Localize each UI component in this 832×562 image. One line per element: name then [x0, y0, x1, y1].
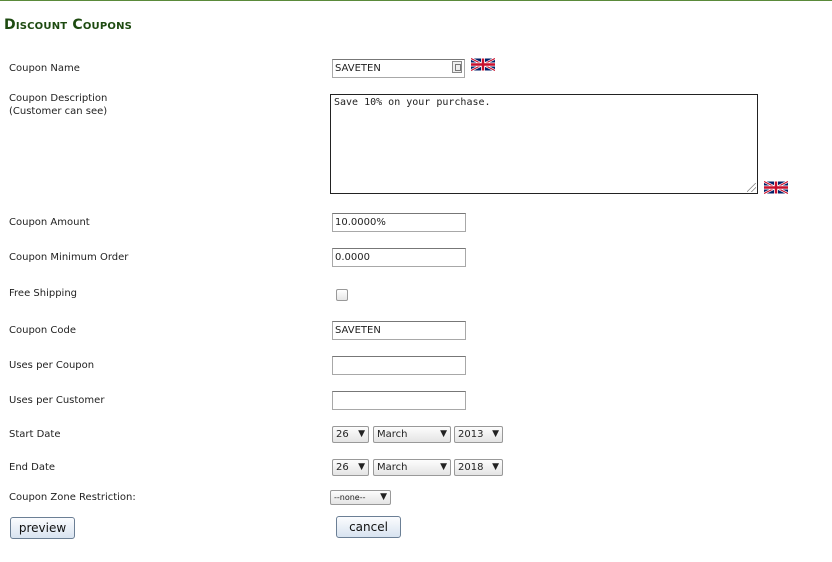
chevron-down-icon: ▼: [358, 429, 365, 439]
coupon-description-label-line2: (Customer can see): [9, 106, 108, 117]
end-day-value: 26: [336, 462, 349, 473]
end-month-select[interactable]: March ▼: [373, 459, 451, 476]
coupon-name-input[interactable]: SAVETEN: [332, 59, 465, 78]
start-day-value: 26: [336, 429, 349, 440]
coupon-amount-input[interactable]: 10.0000%: [332, 213, 466, 232]
start-date-label: Start Date: [9, 429, 61, 440]
coupon-code-label: Coupon Code: [9, 325, 77, 336]
uses-per-customer-input[interactable]: [332, 391, 466, 410]
end-date-label: End Date: [9, 462, 56, 473]
start-month-select[interactable]: March ▼: [373, 426, 451, 443]
page-title: Discount Coupons: [4, 17, 133, 33]
coupon-description-textarea[interactable]: Save 10% on your purchase.: [330, 94, 758, 194]
coupon-amount-label: Coupon Amount: [9, 217, 90, 228]
start-year-select[interactable]: 2013 ▼: [454, 426, 503, 443]
chevron-down-icon: ▼: [492, 429, 499, 439]
resize-handle-icon[interactable]: [747, 183, 756, 192]
minimum-order-input[interactable]: 0.0000: [332, 248, 466, 267]
end-year-value: 2018: [458, 462, 484, 473]
start-day-select[interactable]: 26 ▼: [332, 426, 369, 443]
coupon-description-text: Save 10% on your purchase.: [334, 97, 491, 108]
coupon-code-input[interactable]: SAVETEN: [332, 321, 466, 340]
zone-restriction-label: Coupon Zone Restriction:: [9, 492, 136, 503]
top-border: [0, 0, 832, 1]
end-day-select[interactable]: 26 ▼: [332, 459, 369, 476]
chevron-down-icon: ▼: [440, 429, 447, 439]
coupon-description-label: Coupon Description (Customer can see): [9, 92, 107, 118]
uk-flag-icon: [471, 57, 495, 72]
uses-per-customer-label: Uses per Customer: [9, 395, 105, 406]
chevron-down-icon: ▼: [440, 462, 447, 472]
cancel-button[interactable]: cancel: [336, 516, 401, 538]
minimum-order-label: Coupon Minimum Order: [9, 252, 129, 263]
coupon-name-label: Coupon Name: [9, 63, 80, 74]
free-shipping-label: Free Shipping: [9, 288, 78, 299]
chevron-down-icon: ▼: [380, 492, 387, 502]
free-shipping-checkbox[interactable]: [336, 289, 348, 301]
uk-flag-icon: [764, 180, 788, 195]
zone-restriction-value: --none--: [334, 493, 366, 502]
start-month-value: March: [377, 429, 408, 440]
password-manager-icon[interactable]: [452, 61, 462, 73]
coupon-description-label-line1: Coupon Description: [9, 93, 108, 104]
start-year-value: 2013: [458, 429, 484, 440]
chevron-down-icon: ▼: [492, 462, 499, 472]
uses-per-coupon-input[interactable]: [332, 356, 466, 375]
chevron-down-icon: ▼: [358, 462, 365, 472]
end-year-select[interactable]: 2018 ▼: [454, 459, 503, 476]
uses-per-coupon-label: Uses per Coupon: [9, 360, 95, 371]
preview-button[interactable]: preview: [10, 517, 75, 539]
end-month-value: March: [377, 462, 408, 473]
zone-restriction-select[interactable]: --none-- ▼: [330, 490, 391, 505]
